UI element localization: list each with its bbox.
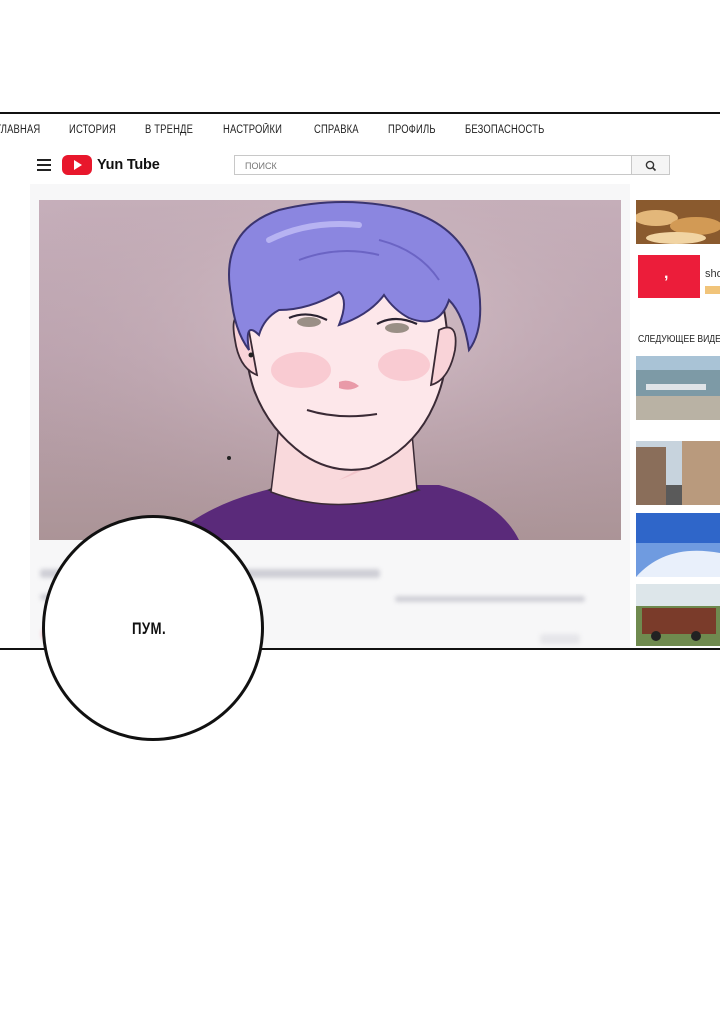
next-video-thumbnail-4[interactable] — [636, 584, 720, 646]
video-player[interactable] — [39, 200, 621, 540]
search-box[interactable] — [234, 155, 632, 175]
site-logo[interactable]: Yun Tube — [62, 155, 160, 175]
search-button[interactable] — [632, 155, 670, 175]
city-street-image — [636, 441, 720, 505]
menu-icon[interactable] — [37, 159, 51, 171]
video-frame-illustration — [39, 200, 621, 540]
nav-history[interactable]: ИСТОРИЯ — [69, 124, 116, 136]
ad-button[interactable] — [705, 286, 720, 294]
next-video-thumbnail-3[interactable] — [636, 513, 720, 577]
site-name: Yun Tube — [97, 157, 160, 173]
tour-train-image — [636, 584, 720, 646]
nav-profile[interactable]: ПРОФИЛЬ — [388, 124, 436, 136]
nav-settings[interactable]: НАСТРОЙКИ — [223, 124, 282, 136]
top-navigation: ГЛАВНАЯ ИСТОРИЯ В ТРЕНДЕ НАСТРОЙКИ СПРАВ… — [0, 118, 581, 142]
ad-text: sho — [705, 268, 720, 280]
nav-security[interactable]: БЕЗОПАСНОСТЬ — [465, 124, 544, 136]
sky-image — [636, 513, 720, 577]
nav-trending[interactable]: В ТРЕНДЕ — [145, 124, 193, 136]
next-video-label: СЛЕДУЮЩЕЕ ВИДЕО — [638, 333, 720, 345]
site-header: Yun Tube — [0, 144, 720, 186]
recommended-thumbnail-food[interactable] — [636, 200, 720, 244]
speech-bubble-text: ПУМ. — [132, 619, 167, 638]
search-input[interactable] — [235, 157, 631, 175]
ad-thumbnail[interactable]: , — [638, 255, 700, 298]
harbor-image — [636, 356, 720, 420]
play-logo-icon — [62, 155, 92, 175]
nav-help[interactable]: СПРАВКА — [314, 124, 359, 136]
search-icon — [645, 160, 657, 172]
nav-home[interactable]: ГЛАВНАЯ — [0, 124, 40, 136]
next-video-thumbnail-1[interactable] — [636, 356, 720, 420]
next-video-thumbnail-2[interactable] — [636, 441, 720, 505]
food-image — [636, 200, 720, 244]
